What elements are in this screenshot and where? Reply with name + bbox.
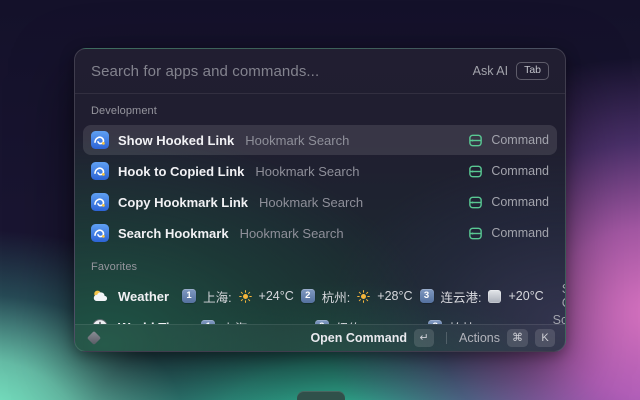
open-command-button[interactable]: Open Command ↵ xyxy=(310,329,434,347)
tab-key-badge: Tab xyxy=(516,62,549,80)
ask-ai-label: Ask AI xyxy=(472,64,509,78)
raycast-logo-icon xyxy=(86,330,102,346)
hookmark-app-icon xyxy=(91,131,109,149)
section-header-development: Development xyxy=(91,105,157,117)
k-key-icon: K xyxy=(535,329,555,347)
results-list: Development Show Hooked Link Hookmark Se… xyxy=(75,94,565,324)
list-item-weather[interactable]: Weather 1 上海: +24°C 2 杭州: +28°C 3 连云港: +… xyxy=(83,281,565,311)
ask-ai-button[interactable]: Ask AI Tab xyxy=(473,62,549,80)
item-type: Command xyxy=(491,195,549,209)
item-title: Copy Hookmark Link xyxy=(118,194,249,210)
command-icon xyxy=(469,227,483,239)
list-item-copy-hookmark-link[interactable]: Copy Hookmark Link Hookmark Search Comma… xyxy=(83,187,557,217)
weather-accessories: 1 上海: +24°C 2 杭州: +28°C 3 连云港: +20°C xyxy=(182,287,544,306)
item-type: Command xyxy=(491,226,549,240)
item-title: Weather xyxy=(118,288,170,304)
item-title: Search Hookmark xyxy=(118,225,229,241)
command-icon xyxy=(469,134,483,146)
keycap-2-icon: 2 xyxy=(300,289,315,303)
search-bar: Ask AI Tab xyxy=(75,49,565,94)
section-header-favorites: Favorites xyxy=(91,261,138,273)
hookmark-app-icon xyxy=(91,224,109,242)
background-window-peek[interactable] xyxy=(297,391,345,400)
item-title: Hook to Copied Link xyxy=(118,163,245,179)
hookmark-app-icon xyxy=(91,162,109,180)
keycap-3-icon: 3 xyxy=(419,289,434,303)
actions-button[interactable]: Actions ⌘ K xyxy=(459,329,555,347)
actions-label: Actions xyxy=(459,331,500,345)
sun-icon xyxy=(238,289,252,303)
hookmark-app-icon xyxy=(91,193,109,211)
weather-city-label: 上海: xyxy=(203,290,232,305)
command-icon xyxy=(469,196,483,208)
item-type: Command xyxy=(491,133,549,147)
weather-temp: +28°C xyxy=(377,289,413,303)
item-type: Command xyxy=(491,164,549,178)
list-item-hook-to-copied-link[interactable]: Hook to Copied Link Hookmark Search Comm… xyxy=(83,156,557,186)
command-icon xyxy=(469,165,483,177)
item-type: Script Command xyxy=(552,313,565,324)
keycap-1-icon: 1 xyxy=(182,289,197,303)
item-subtitle: Hookmark Search xyxy=(239,225,344,241)
footer-bar: Open Command ↵ Actions ⌘ K xyxy=(75,324,565,351)
item-subtitle: Hookmark Search xyxy=(255,163,360,179)
search-input[interactable] xyxy=(91,62,463,80)
item-type: Script Command xyxy=(562,282,565,310)
weather-temp: +20°C xyxy=(508,289,544,303)
return-key-icon: ↵ xyxy=(414,329,434,347)
item-title: Show Hooked Link xyxy=(118,132,235,148)
weather-city-label: 连云港: xyxy=(440,290,482,305)
list-item-world-time[interactable]: World Time 1 上海: 01:06 AM 2 纽约: 13:06 PM… xyxy=(83,312,565,324)
launcher-window: Ask AI Tab Development Show Hooked Link … xyxy=(74,48,566,352)
weather-temp: +24°C xyxy=(258,289,294,303)
list-item-search-hookmark[interactable]: Search Hookmark Hookmark Search Command xyxy=(83,218,557,248)
open-command-label: Open Command xyxy=(310,331,407,345)
command-key-icon: ⌘ xyxy=(507,329,528,347)
sun-icon xyxy=(357,289,371,303)
list-item-show-hooked-link[interactable]: Show Hooked Link Hookmark Search Command xyxy=(83,125,557,155)
weather-city-label: 杭州: xyxy=(321,290,351,305)
footer-divider xyxy=(446,332,447,344)
item-subtitle: Hookmark Search xyxy=(245,132,350,148)
item-subtitle: Hookmark Search xyxy=(259,194,364,210)
fog-icon xyxy=(488,289,502,303)
weather-icon xyxy=(93,290,108,302)
